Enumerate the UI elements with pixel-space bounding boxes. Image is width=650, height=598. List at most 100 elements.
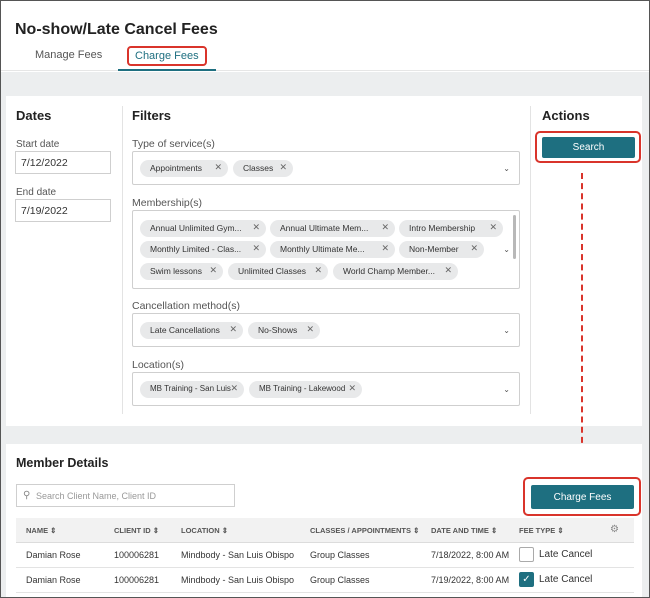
check-icon: ✓ [522, 574, 531, 585]
chip-label: MB Training - Lakewood [259, 384, 346, 393]
close-icon[interactable]: ✕ [252, 243, 260, 254]
chip-label: Annual Ultimate Mem... [280, 223, 369, 233]
close-icon[interactable]: ✕ [381, 222, 389, 233]
chip-label: Annual Unlimited Gym... [150, 223, 242, 233]
chip-label: Late Cancellations [150, 325, 220, 335]
table-header: NAME ⇕ CLIENT ID ⇕ LOCATION ⇕ CLASSES / … [16, 518, 634, 543]
column-header-location[interactable]: LOCATION ⇕ [181, 526, 228, 535]
tab-bar: Manage Fees Charge Fees [1, 45, 649, 71]
close-icon[interactable]: ✕ [306, 324, 314, 335]
chip-no-shows[interactable]: No-Shows ✕ [248, 322, 320, 339]
end-date-input[interactable]: 7/19/2022 [15, 199, 111, 222]
search-placeholder: Search Client Name, Client ID [36, 491, 157, 501]
cell-location: Mindbody - San Luis Obispo [181, 575, 295, 585]
chip-label: Swim lessons [150, 266, 202, 276]
chip-membership[interactable]: Swim lessons ✕ [140, 263, 223, 280]
fee-type-label: Late Cancel [539, 549, 593, 560]
gear-icon[interactable]: ⚙ [610, 524, 619, 535]
chip-classes[interactable]: Classes ✕ [233, 160, 293, 177]
search-button[interactable]: Search [542, 137, 635, 158]
location-label: Location(s) [132, 359, 184, 371]
fee-type-label: Late Cancel [539, 574, 593, 585]
cell-name: Damian Rose [26, 550, 81, 560]
fee-checkbox[interactable] [519, 547, 534, 562]
divider [530, 106, 531, 414]
page-title: No-show/Late Cancel Fees [15, 21, 218, 38]
close-icon[interactable]: ✕ [444, 265, 452, 276]
chip-label: Appointments [150, 163, 202, 173]
tab-manage-fees[interactable]: Manage Fees [31, 47, 106, 63]
chip-membership[interactable]: Non-Member ✕ [399, 241, 484, 258]
chip-location[interactable]: MB Training - Lakewood ✕ [249, 381, 362, 398]
filters-heading: Filters [132, 108, 172, 123]
chip-membership[interactable]: Intro Membership ✕ [399, 220, 503, 237]
column-header-classes[interactable]: CLASSES / APPOINTMENTS ⇕ [310, 526, 419, 535]
chip-label: No-Shows [258, 325, 298, 335]
chip-label: World Champ Member... [343, 266, 435, 276]
chip-label: MB Training - San Luis [150, 384, 231, 393]
end-date-label: End date [16, 187, 57, 198]
cell-date-time: 7/19/2022, 8:00 AM [431, 575, 510, 585]
dates-heading: Dates [16, 108, 52, 123]
cancellation-label: Cancellation method(s) [132, 300, 240, 312]
chip-membership[interactable]: Annual Unlimited Gym... ✕ [140, 220, 266, 237]
close-icon[interactable]: ✕ [214, 162, 222, 173]
chip-label: Unlimited Classes [238, 266, 307, 276]
cell-location: Mindbody - San Luis Obispo [181, 550, 295, 560]
chip-late-cancellations[interactable]: Late Cancellations ✕ [140, 322, 243, 339]
close-icon[interactable]: ✕ [279, 162, 287, 173]
cell-client-id: 100006281 [114, 550, 160, 560]
chevron-down-icon[interactable]: ⌄ [503, 326, 510, 335]
chevron-down-icon[interactable]: ⌄ [503, 385, 510, 394]
column-header-fee-type[interactable]: FEE TYPE ⇕ [519, 526, 564, 535]
fee-checkbox-checked[interactable]: ✓ [519, 572, 534, 587]
chip-membership[interactable]: Annual Ultimate Mem... ✕ [270, 220, 395, 237]
chip-label: Intro Membership [409, 223, 476, 233]
chip-membership[interactable]: Unlimited Classes ✕ [228, 263, 328, 280]
close-icon[interactable]: ✕ [229, 324, 237, 335]
cell-classes: Group Classes [310, 575, 370, 585]
cell-classes: Group Classes [310, 550, 370, 560]
close-icon[interactable]: ✕ [314, 265, 322, 276]
divider [122, 106, 123, 414]
chevron-down-icon[interactable]: ⌄ [503, 164, 510, 173]
member-details-heading: Member Details [16, 456, 109, 470]
cell-client-id: 100006281 [114, 575, 160, 585]
column-header-client-id[interactable]: CLIENT ID ⇕ [114, 526, 159, 535]
charge-fees-button[interactable]: Charge Fees [531, 485, 634, 509]
service-type-label: Type of service(s) [132, 138, 215, 150]
tab-charge-fees[interactable]: Charge Fees [127, 46, 207, 66]
chip-label: Monthly Limited - Clas... [150, 244, 242, 254]
chip-label: Monthly Ultimate Me... [280, 244, 365, 254]
table-row: Damian Rose 100006281 Mindbody - San Lui… [16, 568, 634, 593]
close-icon[interactable]: ✕ [230, 383, 238, 394]
membership-scrollbar[interactable] [513, 215, 516, 259]
chip-membership[interactable]: Monthly Limited - Clas... ✕ [140, 241, 266, 258]
close-icon[interactable]: ✕ [489, 222, 497, 233]
chip-membership[interactable]: Monthly Ultimate Me... ✕ [270, 241, 395, 258]
close-icon[interactable]: ✕ [209, 265, 217, 276]
close-icon[interactable]: ✕ [252, 222, 260, 233]
column-header-name[interactable]: NAME ⇕ [26, 526, 56, 535]
start-date-input[interactable]: 7/12/2022 [15, 151, 111, 174]
chevron-down-icon[interactable]: ⌄ [503, 245, 510, 254]
annotation-arrow [581, 173, 583, 453]
cell-name: Damian Rose [26, 575, 81, 585]
chip-label: Classes [243, 163, 274, 173]
chip-label: Non-Member [409, 244, 459, 254]
actions-heading: Actions [542, 108, 590, 123]
membership-label: Membership(s) [132, 197, 203, 209]
close-icon[interactable]: ✕ [348, 383, 356, 394]
chip-membership[interactable]: World Champ Member... ✕ [333, 263, 458, 280]
column-header-date-time[interactable]: DATE AND TIME ⇕ [431, 526, 497, 535]
start-date-label: Start date [16, 139, 60, 150]
search-icon: ⚲ [23, 490, 31, 501]
close-icon[interactable]: ✕ [381, 243, 389, 254]
active-tab-indicator [118, 69, 216, 71]
chip-location[interactable]: MB Training - San Luis ✕ [140, 381, 244, 398]
client-search-input[interactable]: ⚲ Search Client Name, Client ID [16, 484, 235, 507]
table-row: Damian Rose 100006281 Mindbody - San Lui… [16, 543, 634, 568]
close-icon[interactable]: ✕ [470, 243, 478, 254]
cell-date-time: 7/18/2022, 8:00 AM [431, 550, 510, 560]
chip-appointments[interactable]: Appointments ✕ [140, 160, 228, 177]
